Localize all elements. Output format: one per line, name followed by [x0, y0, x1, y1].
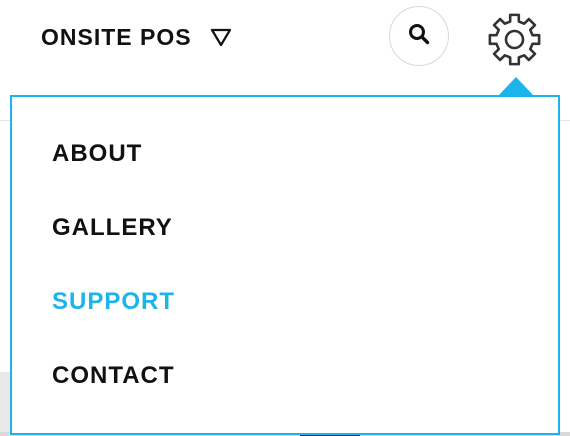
brand-label: ONSITE POS — [41, 23, 192, 50]
navigation-dropdown: ABOUT GALLERY SUPPORT CONTACT — [10, 95, 560, 435]
settings-button[interactable] — [486, 11, 543, 68]
menu-item-gallery[interactable]: GALLERY — [52, 213, 173, 243]
menu-item-support[interactable]: SUPPORT — [52, 287, 175, 317]
search-icon — [408, 23, 430, 50]
background-page-strip — [0, 372, 10, 436]
search-button[interactable] — [389, 6, 449, 66]
menu-item-about[interactable]: ABOUT — [52, 139, 142, 169]
dropdown-pointer — [498, 77, 534, 96]
menu-item-contact[interactable]: CONTACT — [52, 361, 175, 391]
triangle-down-icon — [210, 27, 232, 47]
gear-icon — [486, 13, 543, 72]
brand-selector[interactable]: ONSITE POS — [41, 22, 232, 52]
